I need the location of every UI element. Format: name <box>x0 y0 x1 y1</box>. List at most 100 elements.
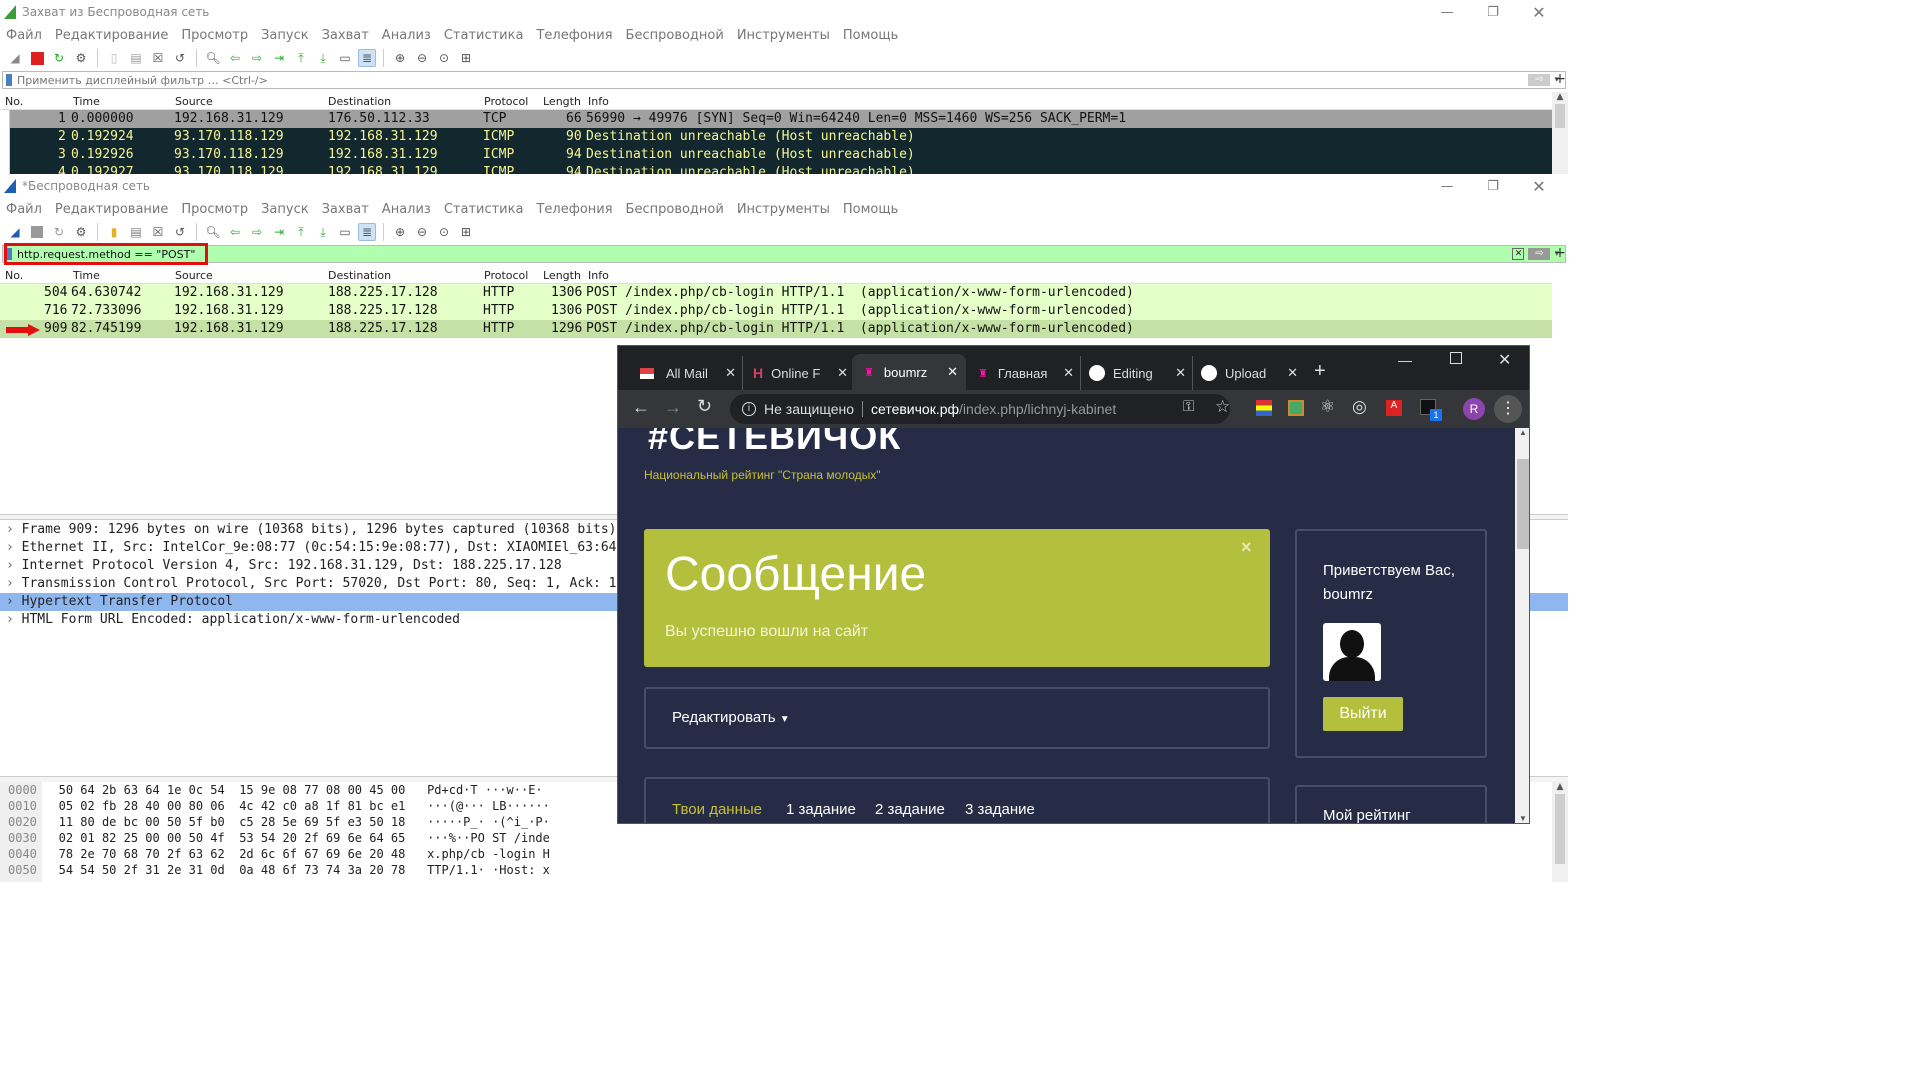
first-packet-icon[interactable]: ⤒ <box>292 49 310 67</box>
minimize-button[interactable]: — <box>1424 174 1470 198</box>
col-length[interactable]: Length <box>543 269 581 282</box>
capture-options-icon[interactable]: ⚙ <box>72 223 90 241</box>
open-file-icon[interactable]: ▯ <box>105 49 123 67</box>
hex-row[interactable]: 0020 11 80 de bc 00 50 5f b0 c5 28 5e 69… <box>8 814 550 830</box>
col-no[interactable]: No. <box>5 269 23 282</box>
menu-file[interactable]: Файл <box>6 28 42 43</box>
page-scrollbar[interactable]: ▲ ▼ <box>1515 428 1529 823</box>
go-to-packet-icon[interactable]: ⇥ <box>270 49 288 67</box>
col-source[interactable]: Source <box>175 269 213 282</box>
first-packet-icon[interactable]: ⤒ <box>292 223 310 241</box>
find-packet-icon[interactable]: 🔍︎ <box>204 49 222 67</box>
start-capture-icon[interactable]: ◢ <box>6 223 24 241</box>
zoom-out-icon[interactable]: ⊖ <box>413 49 431 67</box>
menu-help[interactable]: Помощь <box>843 202 898 217</box>
go-to-packet-icon[interactable]: ⇥ <box>270 223 288 241</box>
close-tab-icon[interactable]: ✕ <box>1063 365 1074 381</box>
col-source[interactable]: Source <box>175 95 213 108</box>
col-info[interactable]: Info <box>588 269 609 282</box>
col-info[interactable]: Info <box>588 95 609 108</box>
hex-row[interactable]: 0040 78 2e 70 68 70 2f 63 62 2d 6c 6f 67… <box>8 846 550 862</box>
extension-color-icon[interactable] <box>1288 400 1304 416</box>
zoom-normal-icon[interactable]: ⊙ <box>435 223 453 241</box>
last-packet-icon[interactable]: ⤓ <box>314 223 332 241</box>
go-forward-icon[interactable]: ⇨ <box>248 223 266 241</box>
new-tab-button[interactable]: + <box>1314 360 1326 383</box>
tab-all-mail[interactable]: All Mail ✕ <box>630 356 742 390</box>
menu-analyze[interactable]: Анализ <box>382 202 431 217</box>
reload-icon[interactable]: ↻ <box>697 396 712 417</box>
table-row[interactable]: 1 0.000000 192.168.31.129 176.50.112.33 TCP 6… <box>0 110 1552 128</box>
resize-columns-icon[interactable]: ⊞ <box>457 223 475 241</box>
zoom-in-icon[interactable]: ⊕ <box>391 223 409 241</box>
target-icon[interactable]: ◎ <box>1352 397 1367 417</box>
col-protocol[interactable]: Protocol <box>484 95 528 108</box>
address-bar[interactable]: i Не защищено сетевичок.рф/index.php/lic… <box>730 394 1230 424</box>
close-file-icon[interactable]: ☒ <box>149 223 167 241</box>
logout-button[interactable]: Выйти <box>1323 697 1403 731</box>
zoom-in-icon[interactable]: ⊕ <box>391 49 409 67</box>
autoscroll-icon[interactable]: ▭ <box>336 49 354 67</box>
hex-row[interactable]: 0000 50 64 2b 63 64 1e 0c 54 15 9e 08 77… <box>8 782 543 798</box>
tab-glavnaya[interactable]: ♜ Главная ✕ <box>968 356 1080 390</box>
scrollbar-1[interactable]: ▲ <box>1552 92 1568 174</box>
apply-filter-icon[interactable]: ⇨ <box>1528 248 1551 260</box>
close-file-icon[interactable]: ☒ <box>149 49 167 67</box>
table-row[interactable]: 716 72.733096 192.168.31.129 188.225.17.128… <box>0 302 1552 320</box>
reload-file-icon[interactable]: ↺ <box>171 223 189 241</box>
detail-row[interactable]: › Ethernet II, Src: IntelCor_9e:08:77 (0… <box>6 540 626 558</box>
site-logo[interactable]: #СЕТЕВИЧОК <box>648 428 901 458</box>
menu-wireless[interactable]: Беспроводной <box>626 202 724 217</box>
menu-wireless[interactable]: Беспроводной <box>626 28 724 43</box>
go-back-icon[interactable]: ⇦ <box>226 49 244 67</box>
table-row[interactable]: 504 64.630742 192.168.31.129 188.225.17.128… <box>0 284 1552 302</box>
table-row[interactable]: 2 0.192924 93.170.118.129 192.168.31.129 ICM… <box>0 128 1552 146</box>
col-time[interactable]: Time <box>73 95 100 108</box>
menu-file[interactable]: Файл <box>6 202 42 217</box>
key-icon[interactable]: ⚿ <box>1183 398 1194 415</box>
close-tab-icon[interactable]: ✕ <box>947 364 958 380</box>
close-button[interactable]: ✕ <box>1516 174 1562 198</box>
back-icon[interactable]: ← <box>632 397 650 418</box>
tab-upload[interactable]: Upload ✕ <box>1192 356 1304 390</box>
tab-task-3[interactable]: 3 задание <box>965 801 1035 818</box>
restart-capture-icon[interactable]: ↻ <box>50 223 68 241</box>
go-forward-icon[interactable]: ⇨ <box>248 49 266 67</box>
menu-tools[interactable]: Инструменты <box>737 202 830 217</box>
table-row[interactable]: 909 82.745199 192.168.31.129 188.225.17.128… <box>0 320 1552 338</box>
reload-file-icon[interactable]: ↺ <box>171 49 189 67</box>
react-icon[interactable]: ⚛ <box>1320 397 1335 417</box>
start-capture-icon[interactable]: ◢ <box>6 49 24 67</box>
detail-row[interactable]: › Internet Protocol Version 4, Src: 192.… <box>6 558 626 576</box>
autoscroll-icon[interactable]: ▭ <box>336 223 354 241</box>
minimize-button[interactable]: — <box>1424 0 1470 24</box>
detail-row[interactable]: › HTML Form URL Encoded: application/x-w… <box>6 612 460 627</box>
tab-boumrz-active[interactable]: ♜ boumrz ✕ <box>852 354 966 390</box>
minimize-button[interactable]: — <box>1398 352 1412 368</box>
detail-row[interactable]: › Hypertext Transfer Protocol <box>6 594 233 609</box>
menu-statistics[interactable]: Статистика <box>444 28 524 43</box>
col-time[interactable]: Time <box>73 269 100 282</box>
menu-tools[interactable]: Инструменты <box>737 28 830 43</box>
menu-go[interactable]: Запуск <box>261 202 309 217</box>
hex-row[interactable]: 0050 54 54 50 2f 31 2e 31 0d 0a 48 6f 73… <box>8 862 550 878</box>
menu-view[interactable]: Просмотр <box>181 202 248 217</box>
col-destination[interactable]: Destination <box>328 269 391 282</box>
menu-analyze[interactable]: Анализ <box>382 28 431 43</box>
menu-capture[interactable]: Захват <box>322 202 369 217</box>
menu-capture[interactable]: Захват <box>322 28 369 43</box>
display-filter-input[interactable] <box>17 73 1529 87</box>
zoom-out-icon[interactable]: ⊖ <box>413 223 431 241</box>
avatar[interactable]: R <box>1463 398 1485 420</box>
display-filter-input[interactable] <box>17 247 1513 261</box>
menu-go[interactable]: Запуск <box>261 28 309 43</box>
capture-options-icon[interactable]: ⚙ <box>72 49 90 67</box>
extension-flag-icon[interactable] <box>1256 400 1272 416</box>
close-tab-icon[interactable]: ✕ <box>1175 365 1186 381</box>
bookmark-icon[interactable] <box>6 74 12 86</box>
add-filter-button[interactable]: + <box>1552 71 1568 89</box>
colorize-icon[interactable]: ≣ <box>358 49 376 67</box>
detail-row[interactable]: › Transmission Control Protocol, Src Por… <box>6 576 626 594</box>
table-row[interactable]: 3 0.192926 93.170.118.129 192.168.31.129 ICM… <box>0 146 1552 164</box>
pdf-icon[interactable]: A <box>1386 400 1402 416</box>
